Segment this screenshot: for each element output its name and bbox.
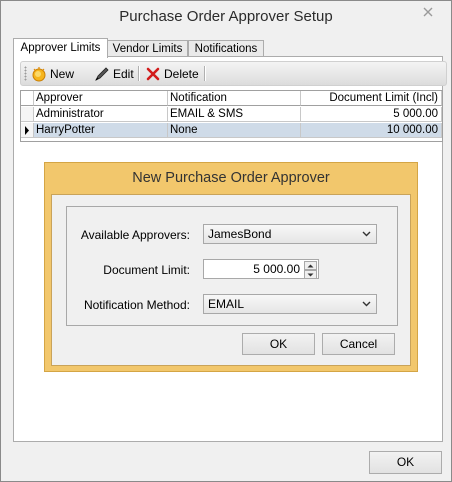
title-bar: Purchase Order Approver Setup (1, 1, 451, 32)
edit-button-label: Edit (113, 66, 134, 81)
spin-down-button[interactable] (304, 270, 317, 279)
row-header[interactable] (21, 123, 34, 138)
notification-method-select[interactable]: EMAIL (203, 294, 377, 314)
cell-notification[interactable]: None (168, 123, 301, 138)
document-limit-value: 5 000.00 (253, 262, 300, 276)
pencil-icon (95, 66, 109, 81)
table-row[interactable]: HarryPotter None 10 000.00 (21, 123, 442, 139)
edit-button[interactable]: Edit (94, 64, 134, 83)
notification-method-label: Notification Method: (83, 298, 190, 312)
close-button[interactable] (413, 2, 443, 22)
document-limit-spinner (304, 261, 317, 279)
grid-header-row: Approver Notification Document Limit (In… (21, 91, 442, 107)
current-row-arrow-icon (25, 126, 29, 135)
cell-document-limit[interactable]: 10 000.00 (301, 123, 442, 138)
document-limit-label: Document Limit: (103, 263, 190, 277)
column-header-notification[interactable]: Notification (168, 91, 301, 106)
toolbar-separator (204, 66, 206, 81)
delete-button-label: Delete (164, 66, 199, 81)
close-icon (423, 7, 433, 17)
table-row[interactable]: Administrator EMAIL & SMS 5 000.00 (21, 107, 442, 123)
tab-approver-limits[interactable]: Approver Limits (13, 38, 108, 58)
new-icon (32, 66, 46, 81)
cell-approver[interactable]: HarryPotter (34, 123, 168, 138)
column-header-approver[interactable]: Approver (34, 91, 168, 106)
chevron-down-icon (362, 231, 371, 237)
column-header-document-limit[interactable]: Document Limit (Incl) (301, 91, 442, 106)
available-approvers-value: JamesBond (208, 227, 272, 241)
toolbar: New Edit Delete (20, 61, 447, 86)
delete-button[interactable]: Delete (145, 64, 199, 83)
row-header[interactable] (21, 107, 34, 122)
cell-notification[interactable]: EMAIL & SMS (168, 107, 301, 122)
toolbar-grip[interactable] (24, 66, 27, 81)
delete-icon (146, 67, 160, 80)
tab-vendor-limits[interactable]: Vendor Limits (107, 40, 188, 57)
cell-document-limit[interactable]: 5 000.00 (301, 107, 442, 122)
cell-approver[interactable]: Administrator (34, 107, 168, 122)
arrow-up-icon (307, 264, 314, 267)
dialog-ok-button[interactable]: OK (242, 333, 315, 355)
dialog-title: New Purchase Order Approver (132, 170, 330, 186)
toolbar-separator (138, 66, 140, 81)
spin-up-button[interactable] (304, 261, 317, 270)
available-approvers-select[interactable]: JamesBond (203, 224, 377, 244)
arrow-down-icon (307, 273, 314, 276)
new-button-label: New (50, 66, 75, 81)
available-approvers-label: Available Approvers: (80, 228, 190, 242)
document-limit-input[interactable]: 5 000.00 (203, 259, 319, 279)
dialog-cancel-button[interactable]: Cancel (322, 333, 395, 355)
window-title: Purchase Order Approver Setup (119, 8, 333, 25)
new-button[interactable]: New (31, 64, 74, 83)
dialog-body: Available Approvers: JamesBond Document … (51, 194, 411, 366)
notification-method-value: EMAIL (208, 297, 245, 311)
new-approver-dialog: New Purchase Order Approver Available Ap… (44, 162, 418, 372)
grid-corner (21, 91, 34, 106)
approver-grid: Approver Notification Document Limit (In… (20, 90, 443, 142)
ok-button[interactable]: OK (369, 451, 442, 474)
approver-fields-group: Available Approvers: JamesBond Document … (66, 206, 398, 326)
tab-notifications[interactable]: Notifications (188, 40, 264, 57)
chevron-down-icon (362, 301, 371, 307)
